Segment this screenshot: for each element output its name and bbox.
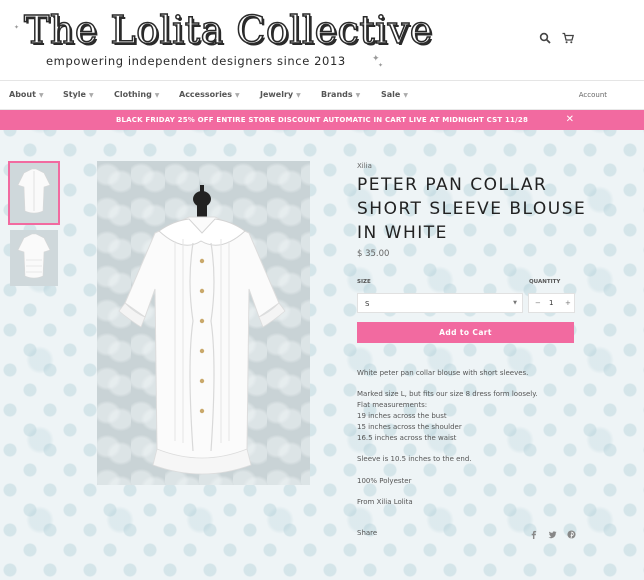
product-main-image[interactable] xyxy=(97,161,310,485)
close-icon[interactable]: ✕ xyxy=(566,114,574,125)
main-nav: About ▼ Style ▼ Clothing ▼ Accessories ▼ Jew… xyxy=(0,81,644,110)
nav-item-accessories[interactable]: Accessories ▼ xyxy=(179,90,240,99)
add-to-cart-button[interactable]: Add to Cart xyxy=(357,322,574,343)
chevron-down-icon: ▼ xyxy=(355,92,361,99)
chevron-down-icon: ▼ xyxy=(513,300,517,306)
chevron-down-icon: ▼ xyxy=(154,92,160,99)
quantity-label: QUANTITY xyxy=(529,279,561,285)
description-line: Flat measurements: xyxy=(357,401,428,409)
description-line: Sleeve is 10.5 inches to the end. xyxy=(357,455,472,463)
logo-title: The Lolita Collective xyxy=(23,7,433,53)
pinterest-icon[interactable] xyxy=(567,530,576,539)
quantity-value[interactable]: 1 xyxy=(549,299,553,307)
nav-item-clothing[interactable]: Clothing ▼ xyxy=(114,90,159,99)
nav-item-jewelry[interactable]: Jewelry ▼ xyxy=(260,90,301,99)
nav-label: Brands xyxy=(321,90,353,99)
description-line: 16.5 inches across the waist xyxy=(357,434,457,442)
nav-item-style[interactable]: Style ▼ xyxy=(63,90,94,99)
nav-label: Accessories xyxy=(179,90,232,99)
facebook-icon[interactable] xyxy=(529,530,538,539)
nav-label: Jewelry xyxy=(260,90,294,99)
nav-label: Sale xyxy=(381,90,401,99)
description-line: 15 inches across the shoulder xyxy=(357,423,462,431)
description-line: White peter pan collar blouse with short… xyxy=(357,369,529,377)
share-label: Share xyxy=(357,529,378,537)
chevron-down-icon: ▼ xyxy=(296,92,301,99)
nav-label: Style xyxy=(63,90,86,99)
description-line: 100% Polyester xyxy=(357,477,412,485)
chevron-down-icon: ▼ xyxy=(88,92,94,99)
logo-tagline: empowering independent designers since 2… xyxy=(46,54,346,68)
nav-item-sale[interactable]: Sale ▼ xyxy=(381,90,408,99)
quantity-decrease-button[interactable]: − xyxy=(535,299,541,307)
nav-label: Clothing xyxy=(114,90,152,99)
size-select-value: S xyxy=(365,300,370,308)
quantity-increase-button[interactable]: + xyxy=(565,299,571,307)
announcement-bar: BLACK FRIDAY 25% OFF ENTIRE STORE DISCOU… xyxy=(0,110,644,130)
blouse-on-dress-form-image xyxy=(118,185,286,475)
announcement-text[interactable]: BLACK FRIDAY 25% OFF ENTIRE STORE DISCOU… xyxy=(0,110,644,124)
site-logo[interactable]: The Lolita Collective empowering indepen… xyxy=(12,6,433,74)
twitter-icon[interactable] xyxy=(548,530,557,539)
thumbnail-front[interactable] xyxy=(8,161,60,225)
size-label: SIZE xyxy=(357,279,371,285)
thumbnail-back[interactable] xyxy=(10,230,58,286)
product-title: PETER PAN COLLAR SHORT SLEEVE BLOUSE IN … xyxy=(357,175,587,243)
blouse-thumbnail-image xyxy=(10,230,58,286)
nav-item-about[interactable]: About ▼ xyxy=(9,90,44,99)
product-vendor[interactable]: Xilia xyxy=(357,162,372,170)
chevron-down-icon: ▼ xyxy=(38,92,44,99)
sparkle-icon: ✦ xyxy=(378,62,384,69)
nav-label: About xyxy=(9,90,36,99)
description-line: Marked size L, but fits our size 8 dress… xyxy=(357,390,538,398)
product-price: $ 35.00 xyxy=(357,249,390,259)
description-line: From Xilia Lolita xyxy=(357,498,413,506)
account-link[interactable]: Account xyxy=(579,91,607,99)
description-line: 19 inches across the bust xyxy=(357,412,447,420)
blouse-thumbnail-image xyxy=(10,163,58,223)
quantity-stepper[interactable]: − 1 + xyxy=(528,293,575,313)
chevron-down-icon: ▼ xyxy=(403,92,408,99)
size-select[interactable]: S ▼ xyxy=(357,293,523,313)
site-header: The Lolita Collective empowering indepen… xyxy=(0,0,644,81)
cart-icon[interactable] xyxy=(562,32,574,44)
nav-item-brands[interactable]: Brands ▼ xyxy=(321,90,360,99)
chevron-down-icon: ▼ xyxy=(235,92,240,99)
search-icon[interactable] xyxy=(539,32,551,44)
sparkle-icon: ✦ xyxy=(14,24,20,31)
